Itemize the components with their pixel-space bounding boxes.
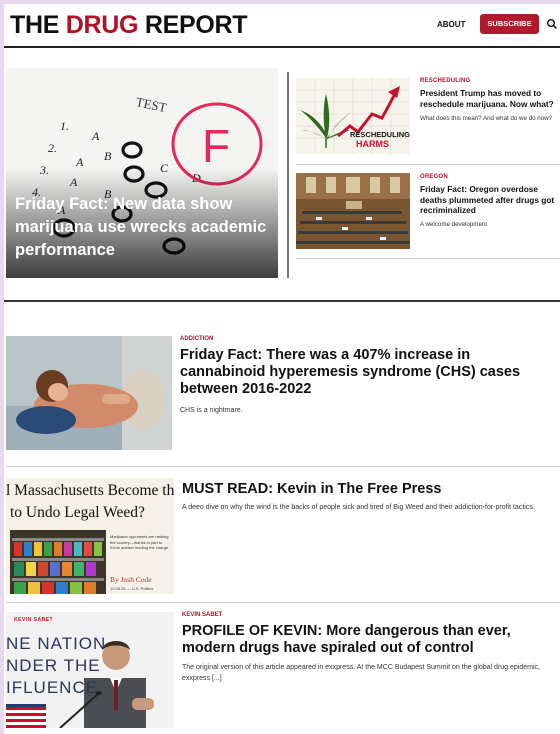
article-image-free-press[interactable]: l Massachusetts Become the to Undo Legal…: [6, 478, 174, 594]
article-tag[interactable]: KEVIN SABET: [182, 612, 222, 618]
hero-story[interactable]: TEST 1. A B 2. A 3. A B 4. A C D: [6, 68, 278, 278]
article-sub: The original version of this article app…: [182, 664, 540, 682]
page: THE DRUG REPORT ABOUT SUBSCRIBE TEST 1. …: [4, 4, 560, 734]
side-story-image-oregon[interactable]: [296, 173, 410, 249]
hero-letter: A: [91, 129, 100, 143]
divider-line: [296, 258, 560, 259]
side-image-text-harms: HARMS: [356, 139, 389, 149]
hero-letter: 1.: [60, 119, 69, 133]
nav-about-link[interactable]: ABOUT: [437, 20, 465, 29]
image-big-line: IFLUENCE: [6, 678, 99, 697]
image-headline-line: l Massachusetts Become the: [6, 482, 174, 499]
article-title[interactable]: MUST READ: Kevin in The Free Press: [182, 481, 552, 498]
image-shelf-photo: [10, 530, 106, 594]
article-image-profile[interactable]: KEVIN SABET NE NATION NDER THE IFLUENCE: [6, 612, 174, 728]
logo-text-report: REPORT: [138, 11, 248, 39]
site-logo[interactable]: THE DRUG REPORT: [10, 11, 248, 40]
side-story-sub: A welcome development: [420, 221, 488, 228]
logo-text-drug: DRUG: [65, 11, 139, 39]
section-divider: [4, 300, 560, 302]
hero-grade-letter: F: [202, 120, 230, 172]
site-header: THE DRUG REPORT ABOUT SUBSCRIBE: [4, 4, 560, 48]
side-image-text-rescheduling: RESCHEDULING: [350, 130, 410, 139]
image-date: 10.05.25 — U.S. Politics: [110, 586, 154, 591]
article-tag[interactable]: ADDICTION: [180, 336, 213, 342]
hero-letter: 2.: [48, 141, 57, 155]
hero-letter: B: [104, 149, 112, 163]
image-big-line: NDER THE: [6, 656, 101, 675]
article-title[interactable]: PROFILE OF KEVIN: More dangerous than ev…: [182, 623, 558, 657]
article-sub: CHS is a nightmare.: [180, 407, 243, 414]
side-story-sub: What does this mean? And what do we do n…: [420, 115, 553, 122]
logo-text-the: THE: [10, 11, 66, 39]
article-sub: A deeo dive on why the wind is the backs…: [182, 504, 535, 511]
image-byline: By Josh Code: [110, 575, 152, 584]
image-small-label: KEVIN SABET: [14, 617, 54, 623]
hero-title[interactable]: Friday Fact: New data show marijuana use…: [15, 193, 270, 262]
side-story-tag[interactable]: RESCHEDULING: [420, 78, 470, 84]
divider-line: [296, 164, 560, 165]
side-story-title[interactable]: President Trump has moved to reschedule …: [420, 88, 560, 109]
article-image-chs[interactable]: [6, 336, 172, 450]
search-icon[interactable]: [546, 18, 558, 30]
image-big-line: NE NATION: [6, 634, 107, 653]
subscribe-button[interactable]: SUBSCRIBE: [480, 14, 539, 34]
divider-line: [6, 602, 560, 603]
side-story-image-rescheduling[interactable]: RESCHEDULING HARMS: [296, 78, 410, 154]
article-title[interactable]: Friday Fact: There was a 407% increase i…: [180, 347, 550, 398]
side-story-tag[interactable]: OREGON: [420, 174, 448, 180]
divider-line: [6, 466, 560, 467]
side-story-title[interactable]: Friday Fact: Oregon overdose deaths plum…: [420, 184, 560, 216]
image-headline-line: to Undo Legal Weed?: [10, 504, 145, 521]
hero-letter: A: [75, 155, 84, 169]
image-blurb: Marijuana opponents are ranking the coun…: [110, 534, 170, 550]
vertical-divider: [287, 72, 289, 278]
